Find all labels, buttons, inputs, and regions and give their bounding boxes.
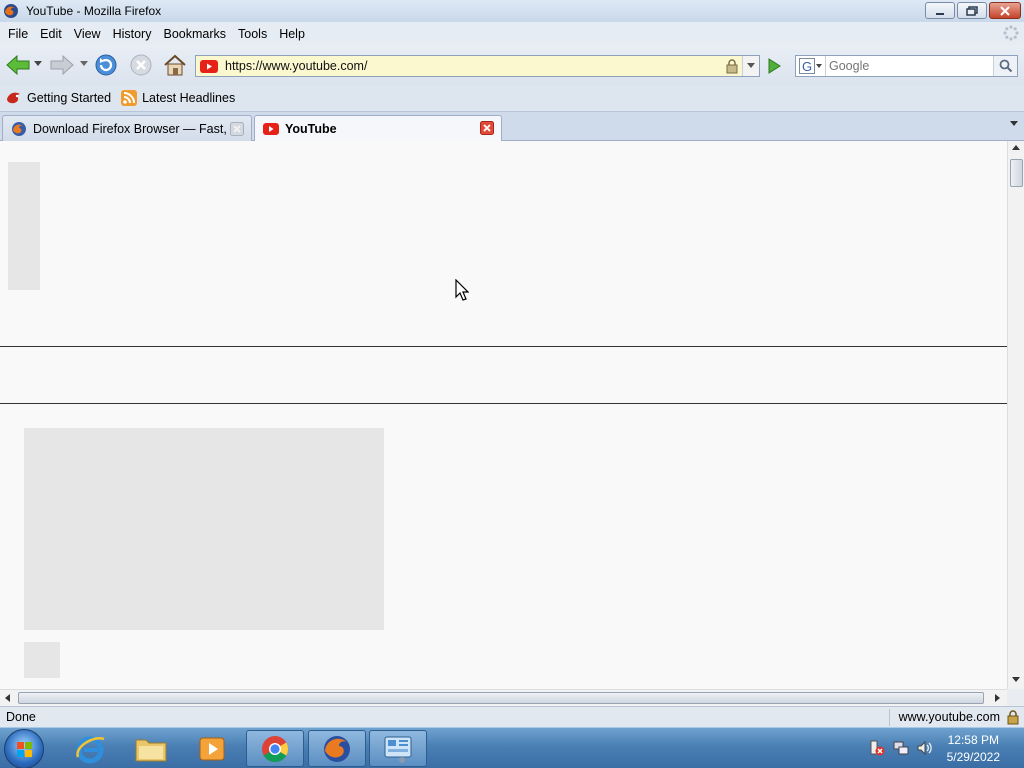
channel-avatar-placeholder[interactable] [24,642,60,678]
clock-time: 12:58 PM [947,733,999,747]
list-all-tabs-icon[interactable] [1010,121,1018,127]
svg-text:G: G [802,59,812,74]
menu-view[interactable]: View [68,27,107,41]
tab-label: Download Firefox Browser — Fast, ... [33,121,241,136]
system-clock[interactable]: 12:58 PM 5/29/2022 [947,732,1000,766]
close-icon [1000,5,1010,16]
start-button[interactable] [4,729,44,768]
scroll-corner [1007,689,1024,706]
firefox-app-icon [4,4,18,18]
site-identity-icon[interactable] [725,58,739,74]
scroll-left-icon[interactable] [5,694,11,702]
forward-dropdown-icon[interactable] [80,61,88,67]
lock-icon[interactable] [1006,709,1020,725]
close-window-button[interactable] [989,2,1021,19]
stop-icon[interactable] [129,53,153,77]
volume-icon[interactable] [916,739,934,757]
video-thumbnail-placeholder[interactable] [24,428,384,630]
firefox-favicon-icon [12,121,26,136]
menu-edit[interactable]: Edit [34,27,68,41]
tab-download-firefox[interactable]: Download Firefox Browser — Fast, ... [2,115,252,141]
scroll-right-icon[interactable] [995,694,1001,702]
scroll-down-icon[interactable] [1012,677,1020,683]
menu-tools[interactable]: Tools [232,27,273,41]
taskbar: 12:58 PM 5/29/2022 [0,727,1024,768]
folder-icon [135,739,167,761]
network-icon[interactable] [892,739,910,757]
bookmark-label: Getting Started [27,91,112,105]
mouse-cursor-icon [455,279,469,301]
status-separator [889,709,890,726]
vertical-scrollbar[interactable] [1007,141,1024,689]
restore-icon [966,5,978,16]
chevron-down-icon [816,64,822,68]
menu-help[interactable]: Help [273,27,311,41]
google-icon: G [799,58,815,74]
bookmark-latest-headlines[interactable]: Latest Headlines [121,90,235,106]
close-tab-icon[interactable] [480,121,494,135]
internet-explorer-icon [76,736,105,763]
url-history-dropdown[interactable] [742,56,759,76]
window-title: YouTube - Mozilla Firefox [26,4,162,18]
taskbar-firefox[interactable] [308,730,366,767]
close-tab-icon[interactable] [230,122,244,136]
action-center-icon[interactable] [868,739,886,757]
divider [0,346,1007,347]
firefox-icon [324,735,350,762]
getting-started-icon [7,92,20,104]
horizontal-scroll-thumb[interactable] [18,692,984,704]
status-bar: Done www.youtube.com [0,706,1024,727]
back-dropdown-icon[interactable] [34,61,42,67]
menu-file[interactable]: File [2,27,34,41]
go-icon[interactable] [764,56,784,76]
page-content [0,141,1007,689]
minimize-icon [936,12,944,15]
status-url: www.youtube.com [898,710,1000,724]
forward-icon[interactable] [49,53,75,77]
url-text[interactable]: https://www.youtube.com/ [225,59,367,73]
loading-placeholder-sidebar [8,162,40,290]
chrome-icon [262,735,289,762]
tab-label: YouTube [285,122,337,136]
reload-icon[interactable] [94,53,118,77]
youtube-favicon-icon [263,123,279,135]
minimize-button[interactable] [925,2,955,19]
bookmark-getting-started[interactable]: Getting Started [6,90,111,106]
taskbar-windows-explorer[interactable] [122,730,180,767]
scroll-up-icon[interactable] [1012,145,1020,151]
menu-history[interactable]: History [107,27,158,41]
clock-date: 5/29/2022 [946,750,1000,764]
home-icon[interactable] [162,52,188,78]
window-titlebar[interactable]: YouTube - Mozilla Firefox [0,0,1024,22]
youtube-favicon-icon [200,59,218,73]
tab-youtube[interactable]: YouTube [254,115,502,142]
restore-button[interactable] [957,2,987,19]
windows-logo-icon [17,742,32,757]
menu-bookmarks[interactable]: Bookmarks [157,27,232,41]
search-icon [999,59,1012,73]
rss-icon [121,90,138,106]
status-text: Done [6,710,36,724]
throbber-icon [1003,25,1019,41]
taskbar-chrome[interactable] [246,730,304,767]
back-icon[interactable] [5,53,31,77]
url-bar[interactable]: https://www.youtube.com/ [195,55,760,77]
search-box[interactable]: G [795,55,1018,77]
control-panel-icon [384,736,412,763]
divider [0,403,1007,404]
bookmark-label: Latest Headlines [142,91,236,105]
bookmarks-toolbar: Getting Started Latest Headlines [0,85,1024,112]
tab-bar: Download Firefox Browser — Fast, ... You… [0,112,1024,142]
taskbar-media-player[interactable] [183,730,241,767]
search-input[interactable] [829,57,989,75]
vertical-scroll-thumb[interactable] [1010,159,1023,187]
media-player-icon [199,737,225,760]
search-engine-selector[interactable]: G [796,56,826,76]
chevron-down-icon [747,63,755,68]
menu-bar: File Edit View History Bookmarks Tools H… [0,22,1024,45]
taskbar-internet-explorer[interactable] [61,730,119,767]
taskbar-control-panel[interactable] [369,730,427,767]
horizontal-scrollbar[interactable] [0,689,1007,706]
search-button[interactable] [993,56,1017,76]
